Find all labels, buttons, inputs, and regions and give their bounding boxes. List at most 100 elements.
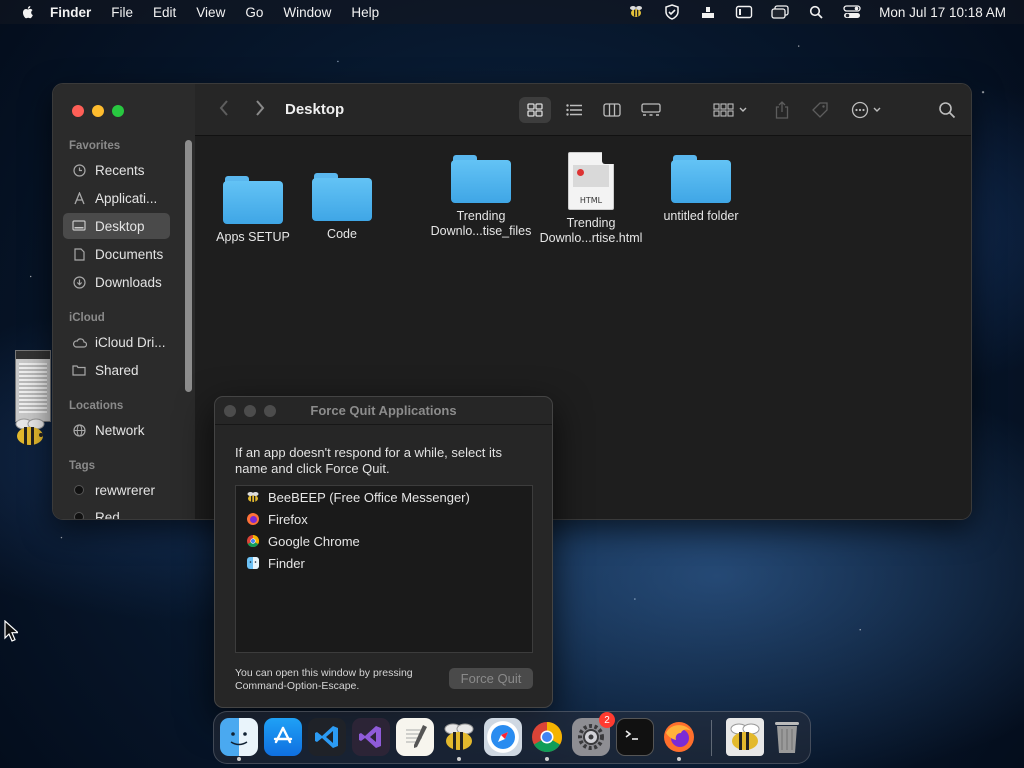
menu-bar: Finder File Edit View Go Window Help Mon… [0, 0, 1024, 24]
file-name: untitled folder [663, 209, 739, 223]
dock-trash-icon[interactable] [768, 718, 806, 756]
sidebar-section-tags: Tags [69, 460, 95, 472]
control-center-icon[interactable] [843, 4, 861, 20]
sidebar-scrollbar[interactable] [185, 140, 192, 392]
share-icon[interactable] [771, 97, 793, 123]
menu-go[interactable]: Go [245, 5, 263, 20]
sidebar-item-label: Documents [95, 246, 164, 262]
spotlight-search-icon[interactable] [807, 4, 825, 20]
sidebar-item-label: Network [95, 422, 145, 438]
running-indicator [237, 757, 241, 761]
folder-icon [223, 176, 283, 224]
app-row-beebeep[interactable]: BeeBEEP (Free Office Messenger) [236, 486, 532, 508]
apple-menu-icon[interactable] [20, 4, 36, 20]
app-row-chrome[interactable]: Google Chrome [236, 530, 532, 552]
sidebar-item-label: Recents [95, 162, 145, 178]
tag-icon[interactable] [809, 97, 831, 123]
beebeep-icon[interactable] [627, 4, 645, 20]
action-menu-button[interactable] [849, 97, 889, 123]
folder-icon [671, 155, 731, 203]
close-button[interactable] [72, 105, 84, 117]
list-icon [566, 104, 582, 116]
gallery-icon [641, 103, 661, 116]
menu-help[interactable]: Help [351, 5, 379, 20]
list-view-button[interactable] [561, 97, 587, 123]
forward-chevron-icon[interactable] [255, 100, 265, 121]
group-by-button[interactable] [711, 97, 751, 123]
menu-app-name[interactable]: Finder [50, 5, 91, 20]
dock-beebeep-icon[interactable] [440, 718, 478, 756]
sidebar-tag-rewwrerer[interactable]: rewwrerer [63, 477, 170, 503]
zoom-button[interactable] [112, 105, 124, 117]
dock-finder-icon[interactable] [220, 718, 258, 756]
dock: 2 [213, 711, 811, 764]
cloud-icon [71, 334, 87, 350]
file-item[interactable]: HTML Trending Downlo...rtise.html [536, 152, 646, 246]
sidebar-item-network[interactable]: Network [63, 417, 170, 443]
folder-icon [451, 155, 511, 203]
dock-safari-icon[interactable] [484, 718, 522, 756]
dock-vscode-icon[interactable] [308, 718, 346, 756]
menu-view[interactable]: View [196, 5, 225, 20]
desktop-icon [71, 218, 87, 234]
app-row-finder[interactable]: Finder [236, 552, 532, 574]
force-quit-button[interactable]: Force Quit [449, 668, 533, 689]
tag-color-dot [74, 512, 84, 519]
file-item[interactable]: Code [287, 173, 397, 242]
running-indicator [545, 757, 549, 761]
upload-tray-icon[interactable] [699, 4, 717, 20]
menu-edit[interactable]: Edit [153, 5, 176, 20]
sidebar-item-desktop[interactable]: Desktop [63, 213, 170, 239]
app-name: Firefox [268, 511, 308, 527]
finder-toolbar: Desktop [195, 84, 971, 136]
file-item[interactable]: untitled folder [646, 155, 756, 224]
dock-chrome-icon[interactable] [528, 718, 566, 756]
beebeep-desktop-icon[interactable] [12, 415, 48, 449]
dock-textedit-icon[interactable] [396, 718, 434, 756]
search-icon[interactable] [935, 97, 959, 123]
sidebar-tag-red[interactable]: Red [63, 504, 170, 519]
dock-visual-studio-icon[interactable] [352, 718, 390, 756]
group-icon [713, 103, 747, 117]
html-document-icon: HTML [568, 152, 614, 210]
app-row-firefox[interactable]: Firefox [236, 508, 532, 530]
column-view-button[interactable] [599, 97, 625, 123]
dock-firefox-icon[interactable] [660, 718, 698, 756]
sidebar-item-downloads[interactable]: Downloads [63, 269, 170, 295]
sidebar-item-icloud-drive[interactable]: iCloud Dri... [63, 329, 170, 355]
dock-terminal-icon[interactable] [616, 718, 654, 756]
sidebar-item-applications[interactable]: Applicati... [63, 185, 170, 211]
shared-folder-icon [71, 362, 87, 378]
icon-view-button[interactable] [519, 97, 551, 123]
minimize-button[interactable] [92, 105, 104, 117]
running-indicator [457, 757, 461, 761]
sidebar-item-documents[interactable]: Documents [63, 241, 170, 267]
desktop-document-thumbnail[interactable] [15, 350, 51, 422]
chrome-icon [246, 534, 260, 548]
file-item[interactable]: Trending Downlo...tise_files [426, 155, 536, 239]
dock-system-settings-icon[interactable]: 2 [572, 712, 615, 756]
sidebar-item-shared[interactable]: Shared [63, 357, 170, 383]
window-controls [72, 105, 124, 117]
sidebar-item-label: Shared [95, 362, 139, 378]
dock-app-store-icon[interactable] [264, 718, 302, 756]
file-name: Apps SETUP [216, 230, 290, 244]
menu-file[interactable]: File [111, 5, 133, 20]
force-quit-dialog: Force Quit Applications If an app doesn'… [214, 396, 553, 708]
columns-icon [603, 103, 621, 117]
vpn-check-icon[interactable] [663, 4, 681, 20]
menu-clock[interactable]: Mon Jul 17 10:18 AM [879, 5, 1006, 20]
shortcut-hint: You can open this window by pressing Com… [235, 667, 413, 692]
window-switch-icon[interactable] [771, 4, 789, 20]
finder-icon [246, 556, 260, 570]
sidebar-section-favorites: Favorites [69, 140, 121, 152]
gallery-view-button[interactable] [637, 97, 665, 123]
display-icon[interactable] [735, 4, 753, 20]
ellipsis-circle-icon [851, 101, 881, 119]
dock-beebeep-document-icon[interactable] [726, 718, 764, 756]
applications-icon [71, 190, 87, 206]
dialog-title: Force Quit Applications [310, 403, 457, 418]
sidebar-item-recents[interactable]: Recents [63, 157, 170, 183]
menu-window[interactable]: Window [283, 5, 331, 20]
back-chevron-icon[interactable] [219, 100, 229, 121]
